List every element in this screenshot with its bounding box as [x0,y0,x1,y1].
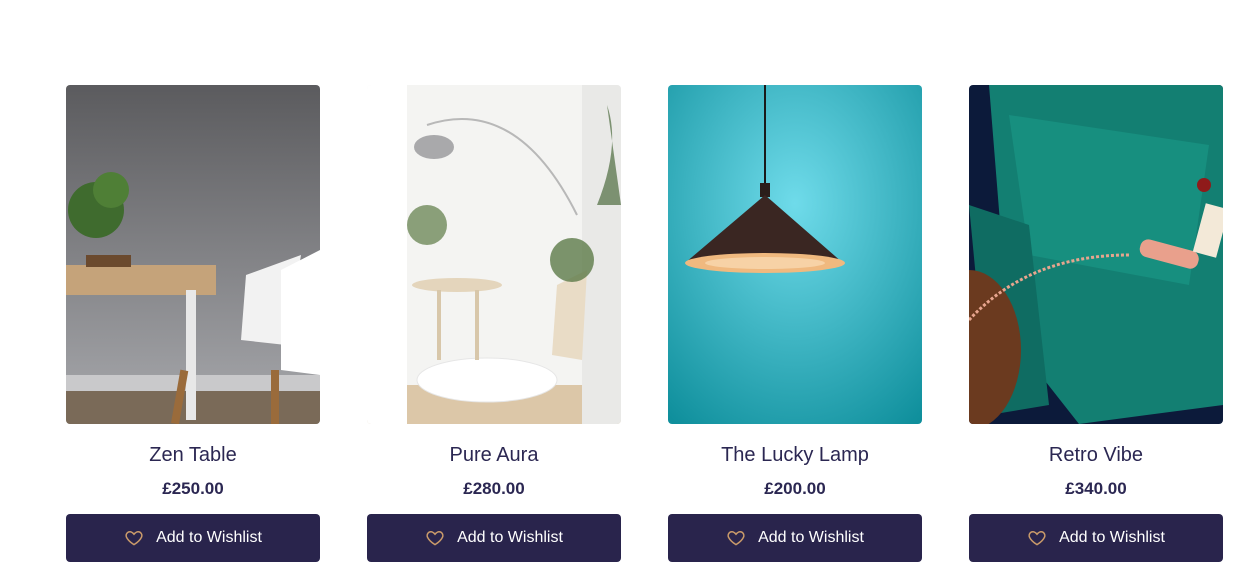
product-grid: Zen Table £250.00 Add to Wishlist Pure A… [66,85,1223,562]
product-card: Pure Aura £280.00 Add to Wishlist [367,85,621,562]
product-price: £280.00 [463,479,525,498]
product-name[interactable]: The Lucky Lamp [668,443,922,467]
product-name[interactable]: Retro Vibe [969,443,1223,467]
add-to-wishlist-button[interactable]: Add to Wishlist [969,514,1223,562]
button-label: Add to Wishlist [156,529,262,546]
add-to-wishlist-button[interactable]: Add to Wishlist [367,514,621,562]
product-image-lucky-lamp[interactable] [668,85,922,424]
product-name[interactable]: Zen Table [66,443,320,467]
button-label: Add to Wishlist [1059,529,1165,546]
product-card: The Lucky Lamp £200.00 Add to Wishlist [668,85,922,562]
heart-icon [425,528,445,548]
heart-icon [726,528,746,548]
button-label: Add to Wishlist [457,529,563,546]
product-price: £250.00 [162,479,224,498]
product-price: £340.00 [1065,479,1127,498]
product-price: £200.00 [764,479,826,498]
product-card: Retro Vibe £340.00 Add to Wishlist [969,85,1223,562]
add-to-wishlist-button[interactable]: Add to Wishlist [668,514,922,562]
product-image-pure-aura[interactable] [367,85,621,424]
add-to-wishlist-button[interactable]: Add to Wishlist [66,514,320,562]
product-image-retro-vibe[interactable] [969,85,1223,424]
product-card: Zen Table £250.00 Add to Wishlist [66,85,320,562]
heart-icon [1027,528,1047,548]
heart-icon [124,528,144,548]
button-label: Add to Wishlist [758,529,864,546]
product-name[interactable]: Pure Aura [367,443,621,467]
product-image-zen-table[interactable] [66,85,320,424]
